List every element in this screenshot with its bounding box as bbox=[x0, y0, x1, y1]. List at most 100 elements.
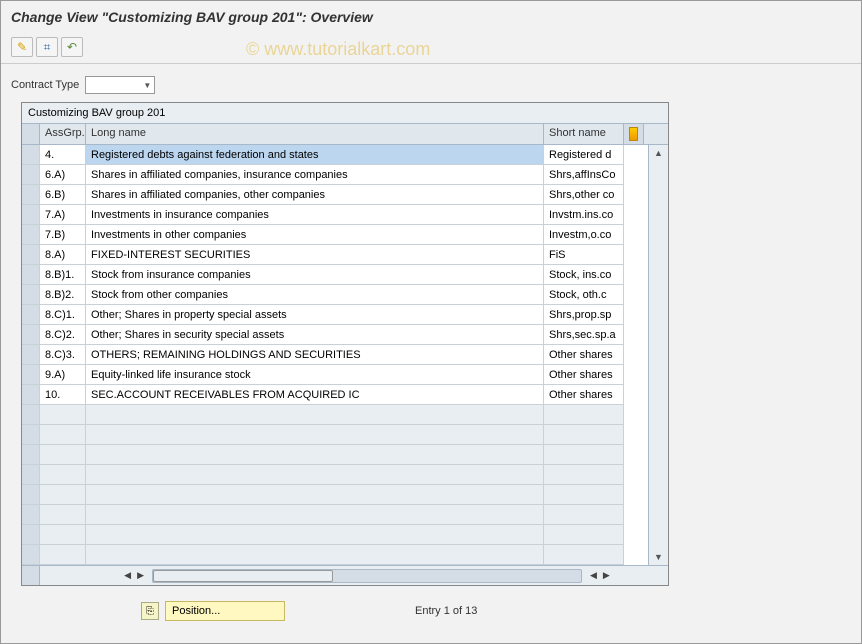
cell-shortname[interactable]: Shrs,affInsCo bbox=[544, 165, 624, 185]
cell-shortname[interactable]: Other shares bbox=[544, 345, 624, 365]
table-row[interactable]: 8.B)1.Stock from insurance companiesStoc… bbox=[22, 265, 648, 285]
row-selector[interactable] bbox=[22, 325, 40, 345]
table-settings-icon bbox=[629, 127, 638, 141]
cell-longname[interactable]: Investments in insurance companies bbox=[86, 205, 544, 225]
cell-shortname[interactable]: Other shares bbox=[544, 365, 624, 385]
cell-assgrp[interactable]: 8.B)2. bbox=[40, 285, 86, 305]
undo-button[interactable]: ↶ bbox=[61, 37, 83, 57]
table-row[interactable]: 9.A)Equity-linked life insurance stockOt… bbox=[22, 365, 648, 385]
row-selector[interactable] bbox=[22, 145, 40, 165]
cell-assgrp[interactable]: 8.C)2. bbox=[40, 325, 86, 345]
position-icon[interactable]: ⎘ bbox=[141, 602, 159, 620]
cell-shortname[interactable]: Investm,o.co bbox=[544, 225, 624, 245]
table-row[interactable]: 8.C)3.OTHERS; REMAINING HOLDINGS AND SEC… bbox=[22, 345, 648, 365]
row-selector[interactable] bbox=[22, 165, 40, 185]
cell-longname[interactable]: OTHERS; REMAINING HOLDINGS AND SECURITIE… bbox=[86, 345, 544, 365]
position-button[interactable]: Position... bbox=[165, 601, 285, 621]
pencil-icon: ✎ bbox=[17, 40, 27, 54]
cell-longname[interactable]: Equity-linked life insurance stock bbox=[86, 365, 544, 385]
cell-empty bbox=[40, 545, 86, 565]
horizontal-scrollbar[interactable] bbox=[152, 569, 582, 583]
cell-assgrp[interactable]: 8.C)3. bbox=[40, 345, 86, 365]
column-header-longname[interactable]: Long name bbox=[86, 124, 544, 144]
table-row[interactable]: 8.C)1.Other; Shares in property special … bbox=[22, 305, 648, 325]
table-row[interactable]: 7.A)Investments in insurance companiesIn… bbox=[22, 205, 648, 225]
cell-longname[interactable]: Shares in affiliated companies, insuranc… bbox=[86, 165, 544, 185]
scroll-up-icon[interactable]: ▲ bbox=[654, 145, 663, 161]
cell-assgrp[interactable]: 8.C)1. bbox=[40, 305, 86, 325]
vertical-scrollbar[interactable]: ▲ ▼ bbox=[648, 145, 668, 565]
row-selector[interactable] bbox=[22, 285, 40, 305]
cell-assgrp[interactable]: 10. bbox=[40, 385, 86, 405]
cell-longname[interactable]: SEC.ACCOUNT RECEIVABLES FROM ACQUIRED IC bbox=[86, 385, 544, 405]
cell-longname[interactable]: Other; Shares in property special assets bbox=[86, 305, 544, 325]
row-selector[interactable] bbox=[22, 205, 40, 225]
row-selector bbox=[22, 445, 40, 465]
row-selector[interactable] bbox=[22, 225, 40, 245]
toggle-edit-button[interactable]: ✎ bbox=[11, 37, 33, 57]
table-row-empty bbox=[22, 425, 648, 445]
scroll-left-buttons[interactable]: ◀▶ bbox=[86, 570, 150, 581]
scroll-right-buttons[interactable]: ◀▶ bbox=[584, 570, 648, 581]
column-header-shortname[interactable]: Short name bbox=[544, 124, 624, 144]
table-row[interactable]: 6.A)Shares in affiliated companies, insu… bbox=[22, 165, 648, 185]
cell-assgrp[interactable]: 6.A) bbox=[40, 165, 86, 185]
cell-shortname[interactable]: FiS bbox=[544, 245, 624, 265]
row-selector[interactable] bbox=[22, 245, 40, 265]
table-row[interactable]: 7.B)Investments in other companiesInvest… bbox=[22, 225, 648, 245]
cell-longname[interactable]: Stock from insurance companies bbox=[86, 265, 544, 285]
column-header-assgrp[interactable]: AssGrp... bbox=[40, 124, 86, 144]
table-row[interactable]: 4.Registered debts against federation an… bbox=[22, 145, 648, 165]
cell-empty bbox=[40, 405, 86, 425]
cell-longname[interactable]: Registered debts against federation and … bbox=[86, 145, 544, 165]
contract-type-dropdown[interactable]: ▼ bbox=[85, 76, 155, 94]
row-selector[interactable] bbox=[22, 265, 40, 285]
cell-empty bbox=[544, 485, 624, 505]
cell-empty bbox=[544, 525, 624, 545]
table-row[interactable]: 8.A)FIXED-INTEREST SECURITIESFiS bbox=[22, 245, 648, 265]
cell-assgrp[interactable]: 7.A) bbox=[40, 205, 86, 225]
table-row[interactable]: 10.SEC.ACCOUNT RECEIVABLES FROM ACQUIRED… bbox=[22, 385, 648, 405]
cell-longname[interactable]: Other; Shares in security special assets bbox=[86, 325, 544, 345]
cell-shortname[interactable]: Shrs,other co bbox=[544, 185, 624, 205]
row-selector[interactable] bbox=[22, 345, 40, 365]
cell-empty bbox=[86, 465, 544, 485]
row-selector[interactable] bbox=[22, 305, 40, 325]
cell-longname[interactable]: FIXED-INTEREST SECURITIES bbox=[86, 245, 544, 265]
cell-longname[interactable]: Investments in other companies bbox=[86, 225, 544, 245]
cell-longname[interactable]: Shares in affiliated companies, other co… bbox=[86, 185, 544, 205]
column-config-button[interactable] bbox=[624, 124, 644, 144]
cell-shortname[interactable]: Stock, ins.co bbox=[544, 265, 624, 285]
selection-icon: ⌗ bbox=[44, 40, 51, 55]
cell-shortname[interactable]: Stock, oth.c bbox=[544, 285, 624, 305]
cell-shortname[interactable]: Invstm.ins.co bbox=[544, 205, 624, 225]
table-row[interactable]: 8.C)2.Other; Shares in security special … bbox=[22, 325, 648, 345]
cell-shortname[interactable]: Shrs,prop.sp bbox=[544, 305, 624, 325]
cell-assgrp[interactable]: 6.B) bbox=[40, 185, 86, 205]
select-all-column[interactable] bbox=[22, 124, 40, 144]
scroll-down-icon[interactable]: ▼ bbox=[654, 549, 663, 565]
cell-shortname[interactable]: Other shares bbox=[544, 385, 624, 405]
cell-assgrp[interactable]: 7.B) bbox=[40, 225, 86, 245]
table-title: Customizing BAV group 201 bbox=[22, 103, 668, 124]
row-selector[interactable] bbox=[22, 365, 40, 385]
row-selector[interactable] bbox=[22, 385, 40, 405]
row-selector[interactable] bbox=[22, 185, 40, 205]
scroll-thumb[interactable] bbox=[153, 570, 333, 582]
row-selector bbox=[22, 425, 40, 445]
cell-assgrp[interactable]: 8.A) bbox=[40, 245, 86, 265]
cell-shortname[interactable]: Registered d bbox=[544, 145, 624, 165]
table-row[interactable]: 6.B)Shares in affiliated companies, othe… bbox=[22, 185, 648, 205]
cell-assgrp[interactable]: 9.A) bbox=[40, 365, 86, 385]
table-row[interactable]: 8.B)2.Stock from other companiesStock, o… bbox=[22, 285, 648, 305]
table-row-empty bbox=[22, 445, 648, 465]
cell-empty bbox=[544, 405, 624, 425]
cell-longname[interactable]: Stock from other companies bbox=[86, 285, 544, 305]
cell-empty bbox=[86, 545, 544, 565]
select-all-button[interactable]: ⌗ bbox=[36, 37, 58, 57]
cell-shortname[interactable]: Shrs,sec.sp.a bbox=[544, 325, 624, 345]
cell-assgrp[interactable]: 4. bbox=[40, 145, 86, 165]
cell-assgrp[interactable]: 8.B)1. bbox=[40, 265, 86, 285]
table-footer: ◀▶ ◀▶ bbox=[22, 565, 668, 585]
contract-type-label: Contract Type bbox=[11, 79, 79, 91]
